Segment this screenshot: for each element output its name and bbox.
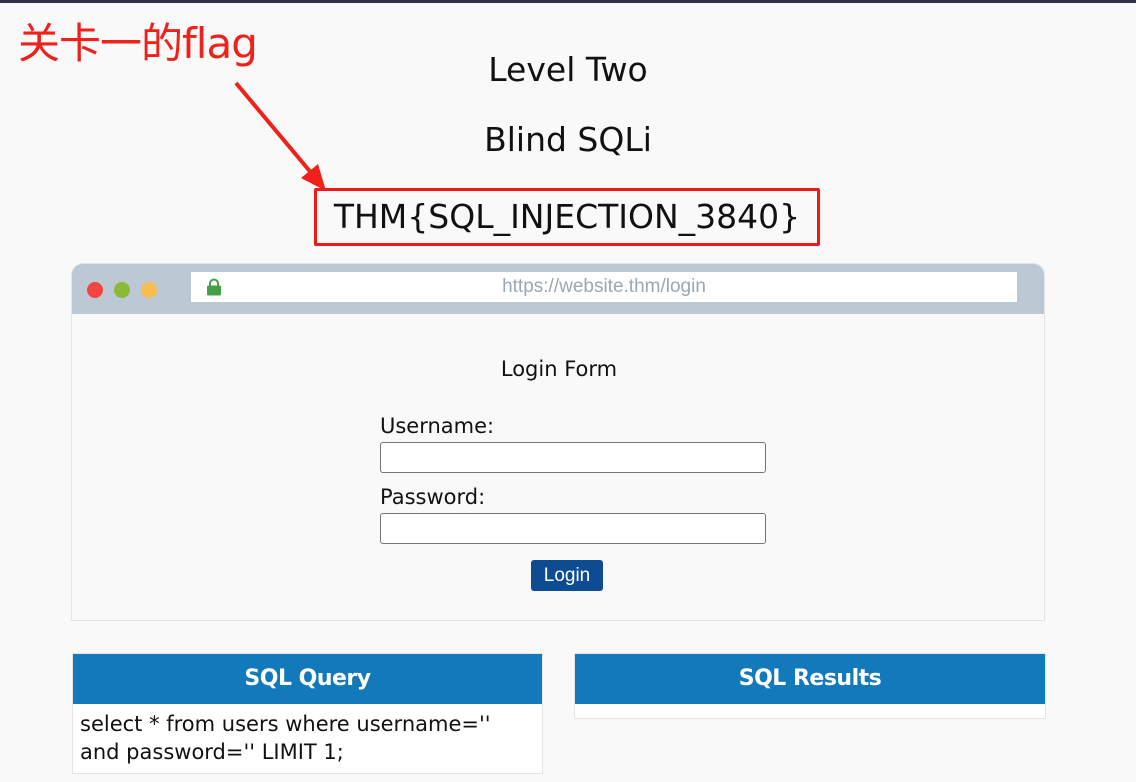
maximize-dot-icon	[114, 282, 130, 298]
password-label: Password:	[380, 485, 486, 509]
flag-text: THM{SQL_INJECTION_3840}	[333, 197, 801, 236]
password-input[interactable]	[380, 513, 766, 544]
sql-query-heading: SQL Query	[73, 654, 542, 704]
login-form-title: Login Form	[500, 357, 618, 381]
address-bar[interactable]: https://website.thm/login	[191, 272, 1017, 302]
close-dot-icon	[87, 282, 103, 298]
minimize-dot-icon	[141, 282, 157, 298]
level-subtitle: Blind SQLi	[484, 120, 652, 159]
lock-icon	[207, 278, 221, 296]
sql-results-panel: SQL Results	[574, 653, 1046, 719]
sql-results-heading: SQL Results	[575, 654, 1045, 704]
username-label: Username:	[380, 414, 495, 438]
level-title: Level Two	[488, 50, 648, 89]
browser-window: https://website.thm/login Login Form Use…	[71, 263, 1045, 621]
sql-query-text: select * from users where username='' an…	[80, 712, 491, 764]
flag-highlight-box: THM{SQL_INJECTION_3840}	[314, 188, 820, 246]
username-input[interactable]	[380, 442, 766, 473]
sql-query-panel: SQL Query select * from users where user…	[72, 653, 543, 774]
login-button[interactable]: Login	[531, 560, 603, 591]
address-url: https://website.thm/login	[502, 276, 706, 297]
browser-toolbar: https://website.thm/login	[72, 264, 1044, 314]
